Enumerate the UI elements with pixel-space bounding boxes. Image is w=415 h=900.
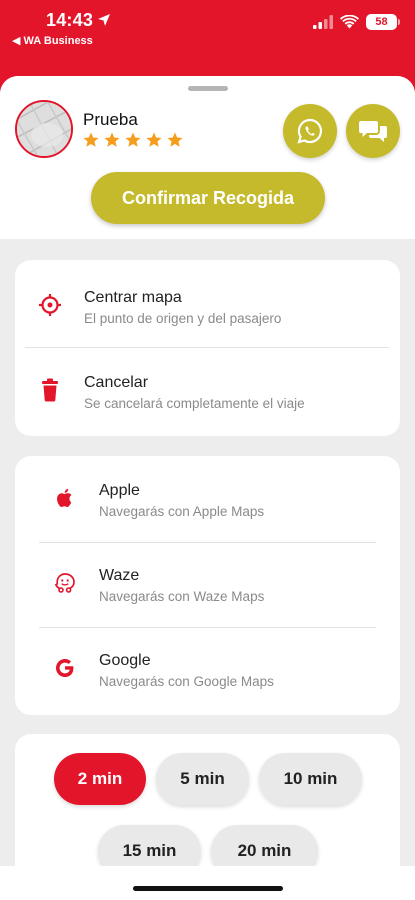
passenger-avatar [15,100,73,158]
star-icon [104,132,120,147]
status-time: 14:43 [46,10,94,30]
home-bar-area [0,866,415,900]
cancel-trip-title: Cancelar [84,374,149,391]
rating-stars [82,131,184,149]
avatar-photo-icon [17,102,71,156]
sheet-drag-handle[interactable] [188,86,228,91]
star-icon [167,132,183,147]
apple-maps-subtitle: Navegarás con Apple Maps [99,504,265,519]
google-maps-title: Google [99,652,151,669]
status-indicators: 58 [313,14,400,30]
center-map-title: Centrar mapa [84,289,182,306]
wait-time-chip-5-min[interactable]: 5 min [156,753,249,805]
location-arrow-icon [98,14,110,26]
center-map-subtitle: El punto de origen y del pasajero [84,311,282,326]
wait-time-chip-2-min[interactable]: 2 min [54,753,146,805]
battery-indicator: 58 [366,14,400,30]
trash-icon [38,378,62,402]
cancel-trip-subtitle: Se cancelará completamente el viaje [84,396,305,411]
cellular-signal-icon [313,15,333,29]
home-indicator[interactable] [133,886,283,891]
driver-header: Prueba Confirmar Recogida [0,76,415,239]
chat-bubbles-icon [359,121,387,142]
waze-title: Waze [99,567,140,584]
cancel-trip-option[interactable]: Cancelar Se cancelará completamente el v… [15,345,400,430]
apple-maps-title: Apple [99,482,140,499]
status-bar: 14:43 ◀ WA Business 58 [0,0,415,68]
whatsapp-button[interactable] [283,104,337,158]
passenger-name: Prueba [83,110,138,129]
map-actions-card: Centrar mapa El punto de origen y del pa… [15,260,400,436]
back-to-app-link[interactable]: ◀ WA Business [12,34,93,47]
google-icon [53,656,77,680]
star-icon [146,132,162,147]
navigation-option-waze[interactable]: Waze Navegarás con Waze Maps [15,541,400,626]
wifi-icon [340,15,359,29]
battery-level: 58 [375,16,388,28]
navigation-option-apple[interactable]: Apple Navegarás con Apple Maps [15,456,400,541]
waze-icon [53,571,77,595]
trip-bottom-sheet: Prueba Confirmar Recogida Centrar mapa E… [0,76,415,900]
wait-time-chip-10-min[interactable]: 10 min [259,753,362,805]
chat-button[interactable] [346,104,400,158]
crosshair-icon [38,293,62,317]
center-map-option[interactable]: Centrar mapa El punto de origen y del pa… [15,260,400,345]
google-maps-subtitle: Navegarás con Google Maps [99,674,274,689]
confirm-pickup-button[interactable]: Confirmar Recogida [91,172,325,224]
star-icon [125,132,141,147]
whatsapp-icon [297,118,322,144]
apple-icon [53,486,77,510]
star-icon [83,132,99,147]
navigation-option-google[interactable]: Google Navegarás con Google Maps [15,626,400,711]
navigation-apps-card: Apple Navegarás con Apple Maps Waze Nave… [15,456,400,715]
waze-subtitle: Navegarás con Waze Maps [99,589,265,604]
